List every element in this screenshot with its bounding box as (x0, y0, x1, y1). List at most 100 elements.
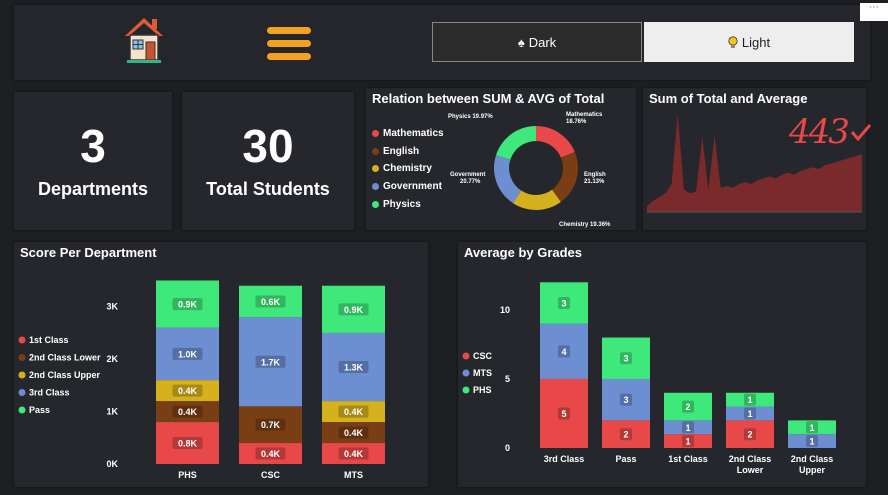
checkmark-icon (850, 122, 872, 142)
legend-dot-icon (372, 183, 379, 190)
x-tick-label: 2nd Class (791, 454, 834, 464)
donut-slice (536, 126, 575, 158)
kpi-students-label: Total Students (206, 178, 330, 199)
light-theme-button[interactable]: Light (644, 22, 854, 62)
donut-data-label: Physics 19.97% (448, 114, 493, 120)
data-label: 3 (623, 395, 628, 405)
dark-theme-button[interactable]: ♠ Dark (432, 22, 642, 62)
donut-slice (512, 189, 561, 210)
donut-legend-item[interactable]: Mathematics (372, 128, 444, 139)
data-label: 1.3K (344, 363, 364, 373)
area-chart-title: Sum of Total and Average (649, 91, 808, 106)
department-bar-chart[interactable]: 0K 1K 2K 3K 0.8K 0.4K 0.4K 1.0K 0.9K PHS 0.4K 0.7K 1… (14, 242, 428, 487)
legend-label: 3rd Class (29, 388, 70, 398)
x-tick-label: PHS (178, 470, 197, 480)
legend-dot-icon (18, 354, 26, 361)
data-label: 1 (685, 423, 690, 433)
data-label: 1.0K (178, 349, 198, 359)
x-tick-label: MTS (344, 470, 363, 480)
light-theme-label: Light (741, 34, 771, 50)
data-label: 3 (561, 299, 566, 309)
donut-legend-item[interactable]: Chemistry (372, 163, 432, 174)
x-tick-label: Upper (799, 465, 826, 475)
data-label: 0.7K (261, 420, 281, 430)
kpi-students-value: 30 (242, 119, 294, 172)
data-label: 0.6K (261, 297, 281, 307)
donut-legend-item[interactable]: Government (372, 181, 442, 192)
home-icon[interactable] (121, 14, 167, 66)
data-label: 0.9K (178, 300, 198, 310)
legend-label: Chemistry (383, 163, 432, 174)
legend-label: CSC (473, 351, 493, 361)
y-tick-label: 10 (500, 305, 510, 315)
legend-dot-icon (372, 130, 379, 137)
dark-theme-label: Dark (528, 34, 557, 50)
data-label: 0.4K (344, 428, 364, 438)
donut-data-label: 18.76% (566, 119, 587, 125)
legend-dot-icon (18, 389, 26, 396)
donut-chart-title: Relation between SUM & AVG of Total (372, 91, 605, 106)
data-label: 1 (747, 409, 752, 419)
data-label: 1 (809, 423, 814, 433)
donut-data-label: 20.77% (460, 179, 481, 185)
x-tick-label: Lower (737, 465, 764, 475)
legend-label: 1st Class (29, 335, 69, 345)
legend-dot-icon (462, 386, 470, 394)
kpi-departments-value: 3 (80, 119, 106, 172)
y-tick-label: 0K (106, 459, 118, 469)
grades-bar-chart[interactable]: 0 5 10 5 4 3 3rd Class 2 3 3 Pass 1 1 2 1st Class 2 1 1 2n… (458, 242, 866, 487)
kpi-departments-card: 3 Departments (14, 92, 172, 230)
x-tick-label: 3rd Class (544, 454, 585, 464)
donut-data-label: Government (450, 172, 485, 178)
area-chart-panel: Sum of Total and Average 443 (643, 88, 872, 230)
legend-label: MTS (473, 368, 492, 378)
grades-chart-panel: Average by Grades 0 5 10 5 4 3 3rd Class 2 3 3 Pas… (458, 242, 866, 487)
legend-label: Pass (29, 405, 50, 415)
legend-label: Government (383, 181, 442, 192)
legend-dot-icon (372, 201, 379, 208)
x-tick-label: 1st Class (668, 454, 708, 464)
area-big-value: 443 (789, 112, 872, 152)
y-tick-label: 0 (505, 443, 510, 453)
data-label: 0.4K (261, 449, 281, 459)
x-tick-label: 2nd Class (729, 454, 772, 464)
data-label: 4 (561, 347, 566, 357)
legend-label: PHS (473, 385, 492, 395)
data-label: 1 (685, 437, 690, 447)
x-tick-label: CSC (261, 470, 281, 480)
y-tick-label: 3K (106, 302, 118, 312)
legend-label: 2nd Class Lower (29, 353, 101, 363)
data-label: 1 (747, 395, 752, 405)
data-label: 0.4K (344, 449, 364, 459)
data-label: 1 (809, 437, 814, 447)
legend-label: English (383, 146, 420, 157)
donut-legend-item[interactable]: English (372, 146, 419, 157)
y-tick-label: 5 (505, 374, 510, 384)
hamburger-menu-icon[interactable] (267, 26, 311, 62)
legend-label: Physics (383, 199, 421, 210)
donut-legend-item[interactable]: Physics (372, 199, 421, 210)
y-tick-label: 2K (106, 354, 118, 364)
data-label: 0.8K (178, 439, 198, 449)
donut-slice (496, 126, 536, 160)
data-label: 2 (685, 402, 690, 412)
data-label: 3 (623, 354, 628, 364)
data-label: 0.4K (178, 407, 198, 417)
legend-dot-icon (18, 336, 26, 344)
data-label: 0.4K (344, 407, 364, 417)
donut-slice (494, 154, 522, 204)
area-big-value-text: 443 (789, 112, 850, 152)
data-label: 0.9K (344, 305, 364, 315)
donut-chart[interactable]: Mathematics18.76% English21.13% Chemistry … (446, 110, 626, 230)
more-options-icon[interactable]: ⋯ (860, 3, 888, 21)
legend-dot-icon (18, 406, 26, 414)
data-label: 2 (623, 430, 628, 440)
donut-data-label: Chemistry 19.36% (559, 222, 611, 228)
department-chart-panel: Score Per Department 0K 1K 2K 3K 0.8K 0.4K 0.4… (14, 242, 428, 487)
y-tick-label: 1K (106, 407, 118, 417)
data-label: 2 (747, 430, 752, 440)
spade-icon: ♠ (517, 34, 525, 50)
donut-slice (552, 151, 578, 202)
donut-data-label: 21.13% (584, 179, 605, 185)
donut-data-label: Mathematics (566, 112, 603, 118)
